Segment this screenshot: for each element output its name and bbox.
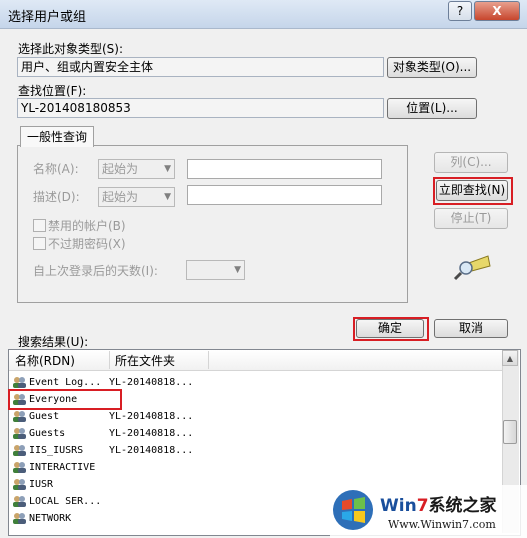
disabled-accounts-label: 禁用的帐户(B) xyxy=(48,219,126,233)
row-name-cell: LOCAL SER... xyxy=(12,493,109,510)
table-row[interactable]: IIS_IUSRS YL-20140818... xyxy=(12,442,502,459)
user-group-icon xyxy=(13,377,26,388)
watermark-url: Www.Winwin7.com xyxy=(388,518,496,531)
stop-button[interactable]: 停止(T) xyxy=(434,208,508,229)
chevron-down-icon: ▼ xyxy=(234,265,241,275)
row-name-cell: IIS_IUSRS xyxy=(12,442,109,459)
object-type-label: 选择此对象类型(S): xyxy=(18,42,124,56)
row-folder-cell: YL-20140818... xyxy=(109,428,194,439)
name-mode-value: 起始为 xyxy=(102,162,139,176)
help-button[interactable]: ? xyxy=(448,1,472,21)
name-label: 名称(A): xyxy=(33,162,79,176)
column-header-folder[interactable]: 所在文件夹 xyxy=(115,351,175,371)
everyone-highlight xyxy=(8,389,122,410)
user-group-icon xyxy=(13,428,26,439)
watermark-brand: Win7系统之家 xyxy=(380,496,497,516)
days-since-login-label: 自上次登录后的天数(I): xyxy=(33,264,158,278)
user-group-icon xyxy=(13,445,26,456)
row-folder-cell: YL-20140818... xyxy=(109,445,194,456)
no-expire-password-label: 不过期密码(X) xyxy=(48,237,126,251)
cancel-button[interactable]: 取消 xyxy=(434,319,508,338)
row-folder-cell: YL-20140818... xyxy=(109,411,194,422)
chevron-down-icon: ▼ xyxy=(164,192,171,202)
location-button[interactable]: 位置(L)... xyxy=(387,98,477,119)
row-name-cell: INTERACTIVE xyxy=(12,459,109,476)
user-group-icon xyxy=(13,496,26,507)
tab-general-query[interactable]: 一般性查询 xyxy=(20,126,95,147)
ok-button[interactable]: 确定 xyxy=(356,319,424,338)
user-group-icon xyxy=(13,411,26,422)
table-row[interactable]: INTERACTIVE xyxy=(12,459,502,476)
search-results-label: 搜索结果(U): xyxy=(18,335,89,349)
disabled-accounts-checkbox[interactable] xyxy=(33,219,46,232)
row-name-cell: Guest xyxy=(12,408,109,425)
object-type-field: 用户、组或内置安全主体 xyxy=(17,57,384,77)
scroll-up-button[interactable]: ▲ xyxy=(502,350,518,366)
row-name-cell: IUSR xyxy=(12,476,109,493)
window-title: 选择用户或组 xyxy=(8,10,87,25)
watermark: Win7系统之家 Www.Winwin7.com xyxy=(330,485,527,538)
table-row[interactable]: Guest YL-20140818... xyxy=(12,408,502,425)
find-now-button[interactable]: 立即查找(N) xyxy=(436,180,508,201)
windows-logo-icon xyxy=(333,490,373,530)
row-folder-cell: YL-20140818... xyxy=(109,377,194,388)
object-type-button[interactable]: 对象类型(O)... xyxy=(387,57,477,78)
days-since-login-select[interactable]: ▼ xyxy=(186,260,245,280)
scroll-thumb[interactable] xyxy=(503,420,517,444)
column-divider xyxy=(208,351,209,369)
row-name-cell: Guests xyxy=(12,425,109,442)
user-group-icon xyxy=(13,479,26,490)
results-header xyxy=(9,350,503,371)
chevron-down-icon: ▼ xyxy=(164,164,171,174)
close-button[interactable]: X xyxy=(474,1,520,21)
user-group-icon xyxy=(13,462,26,473)
desc-label: 描述(D): xyxy=(33,190,80,204)
name-input[interactable] xyxy=(187,159,382,179)
location-label: 查找位置(F): xyxy=(18,84,87,98)
location-field: YL-201408180853 xyxy=(17,98,384,118)
desc-mode-select[interactable]: 起始为 ▼ xyxy=(98,187,175,207)
desc-input[interactable] xyxy=(187,185,382,205)
desc-mode-value: 起始为 xyxy=(102,190,139,204)
row-name-cell: NETWORK xyxy=(12,510,109,527)
table-row[interactable]: Guests YL-20140818... xyxy=(12,425,502,442)
user-group-icon xyxy=(13,513,26,524)
column-divider xyxy=(109,351,110,369)
columns-button[interactable]: 列(C)... xyxy=(434,152,508,173)
column-header-name[interactable]: 名称(RDN) xyxy=(15,351,75,371)
name-mode-select[interactable]: 起始为 ▼ xyxy=(98,159,175,179)
search-flashlight-icon xyxy=(452,252,492,282)
no-expire-password-checkbox[interactable] xyxy=(33,237,46,250)
